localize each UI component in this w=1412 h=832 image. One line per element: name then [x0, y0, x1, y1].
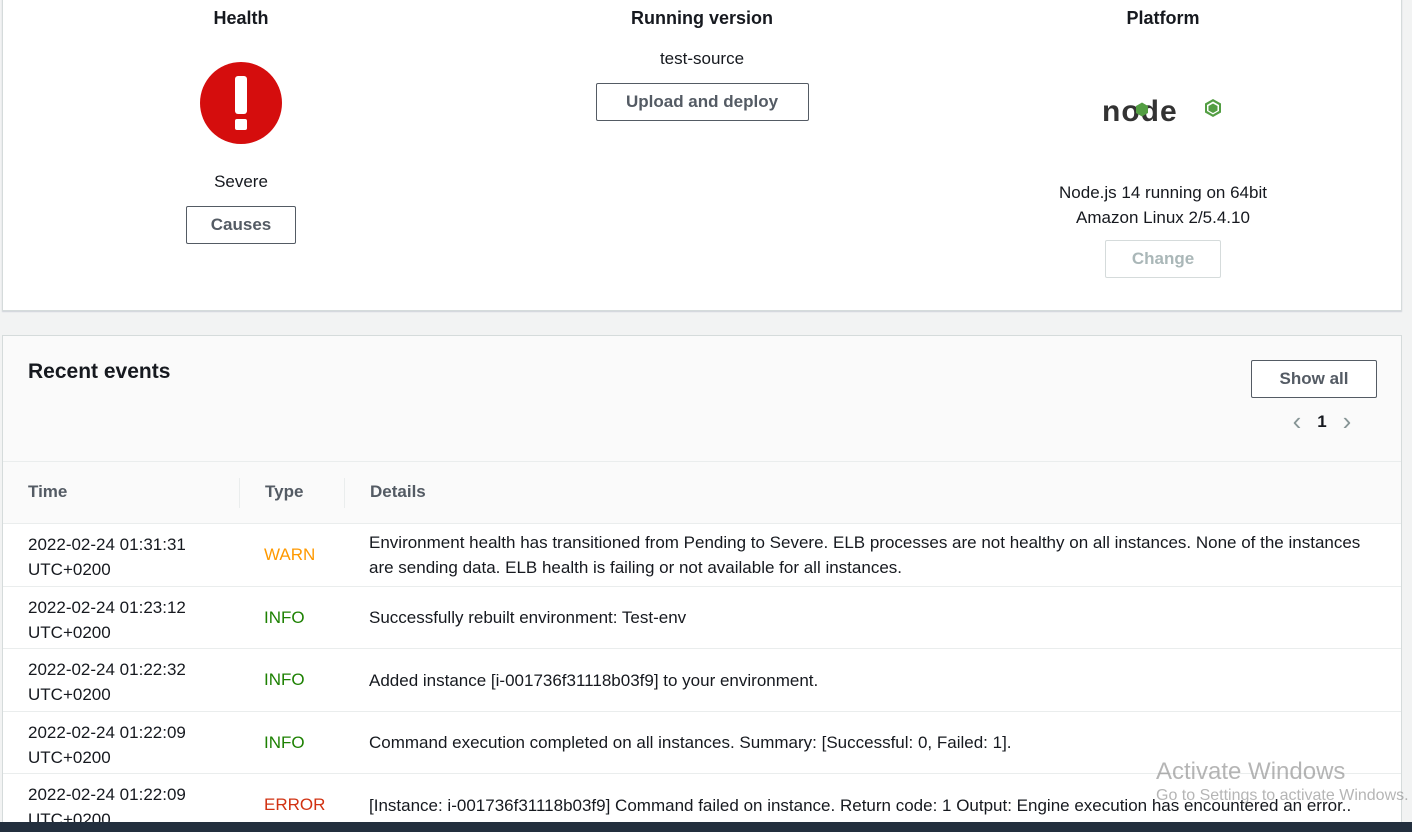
running-version-title: Running version: [630, 8, 773, 28]
event-time-zone: UTC+0200: [28, 747, 111, 767]
page-number[interactable]: 1: [1309, 412, 1335, 432]
table-row: 2022-02-24 01:22:09 UTC+0200 INFO Comman…: [3, 712, 1401, 774]
event-type: INFO: [264, 732, 305, 752]
pagination: ‹ 1 ›: [1285, 408, 1359, 434]
event-time: 2022-02-24 01:22:32 UTC+0200: [28, 657, 228, 707]
platform-description: Node.js 14 running on 64bit Amazon Linux…: [1013, 180, 1313, 230]
event-time-zone: UTC+0200: [28, 560, 111, 579]
event-details-text: Environment health has transitioned from…: [369, 533, 1361, 577]
column-header-time[interactable]: Time: [28, 482, 67, 502]
event-details-text: Command execution completed on all insta…: [369, 733, 1012, 752]
events-table-header: Time Type Details: [3, 462, 1401, 524]
events-table-body: 2022-02-24 01:31:31 UTC+0200 WARN Enviro…: [3, 524, 1401, 832]
event-time-date: 2022-02-24 01:31:31: [28, 535, 186, 554]
event-type: WARN: [264, 545, 316, 564]
event-type: INFO: [264, 670, 305, 689]
health-status: Severe: [214, 172, 268, 191]
platform-desc-line2: Amazon Linux 2/5.4.10: [1076, 208, 1250, 227]
health-section: Health Severe Causes: [141, 0, 341, 244]
event-time-zone: UTC+0200: [28, 622, 111, 642]
recent-events-panel: Recent events Show all ‹ 1 › Time Type D…: [2, 335, 1402, 832]
event-details: Added instance [i-001736f31118b03f9] to …: [369, 649, 1379, 711]
event-details: Command execution completed on all insta…: [369, 712, 1379, 774]
event-time-date: 2022-02-24 01:22:32: [28, 660, 186, 679]
event-details: Successfully rebuilt environment: Test-e…: [369, 587, 1379, 649]
event-details-text: Successfully rebuilt environment: Test-e…: [369, 608, 687, 627]
chevron-right-icon[interactable]: ›: [1335, 408, 1359, 434]
column-header-type[interactable]: Type: [265, 482, 303, 502]
table-row: 2022-02-24 01:23:12 UTC+0200 INFO Succes…: [3, 587, 1401, 649]
event-type: INFO: [264, 607, 305, 627]
causes-button[interactable]: Causes: [186, 206, 296, 244]
event-time-date: 2022-02-24 01:22:09: [28, 722, 186, 742]
running-version-section: Running version test-source Upload and d…: [552, 0, 852, 121]
bottom-bar: [0, 822, 1412, 832]
column-divider: [239, 478, 240, 508]
table-row: 2022-02-24 01:22:32 UTC+0200 INFO Added …: [3, 649, 1401, 712]
upload-and-deploy-button[interactable]: Upload and deploy: [595, 83, 809, 121]
platform-title: Platform: [1126, 8, 1200, 28]
event-time: 2022-02-24 01:31:31 UTC+0200: [28, 532, 228, 582]
nodejs-logo-icon: node: [1102, 95, 1221, 128]
event-details-text: [Instance: i-001736f31118b03f9] Command …: [369, 795, 1352, 815]
environment-summary-panel: Health Severe Causes Running version tes…: [2, 0, 1402, 311]
platform-desc-line1: Node.js 14 running on 64bit: [1059, 183, 1267, 202]
event-time-date: 2022-02-24 01:23:12: [28, 597, 186, 617]
change-platform-button[interactable]: Change: [1105, 240, 1221, 278]
event-time-zone: UTC+0200: [28, 685, 111, 704]
recent-events-title: Recent events: [28, 360, 171, 383]
version-label: test-source: [659, 49, 745, 68]
show-all-button[interactable]: Show all: [1251, 360, 1377, 398]
column-divider: [344, 478, 345, 508]
event-details-text: Added instance [i-001736f31118b03f9] to …: [369, 670, 819, 690]
event-time-date: 2022-02-24 01:22:09: [28, 785, 186, 804]
platform-section: Platform node Node.js 14 running on 64bi…: [1013, 0, 1313, 278]
table-row: 2022-02-24 01:31:31 UTC+0200 WARN Enviro…: [3, 524, 1401, 587]
health-title: Health: [213, 8, 269, 28]
event-details: Environment health has transitioned from…: [369, 524, 1379, 586]
chevron-left-icon[interactable]: ‹: [1285, 408, 1309, 434]
severe-alert-icon: [200, 62, 282, 144]
event-time: 2022-02-24 01:22:09 UTC+0200: [28, 720, 228, 770]
events-header: Recent events Show all ‹ 1 ›: [3, 336, 1401, 462]
column-header-details[interactable]: Details: [370, 482, 426, 502]
event-time: 2022-02-24 01:23:12 UTC+0200: [28, 595, 228, 645]
